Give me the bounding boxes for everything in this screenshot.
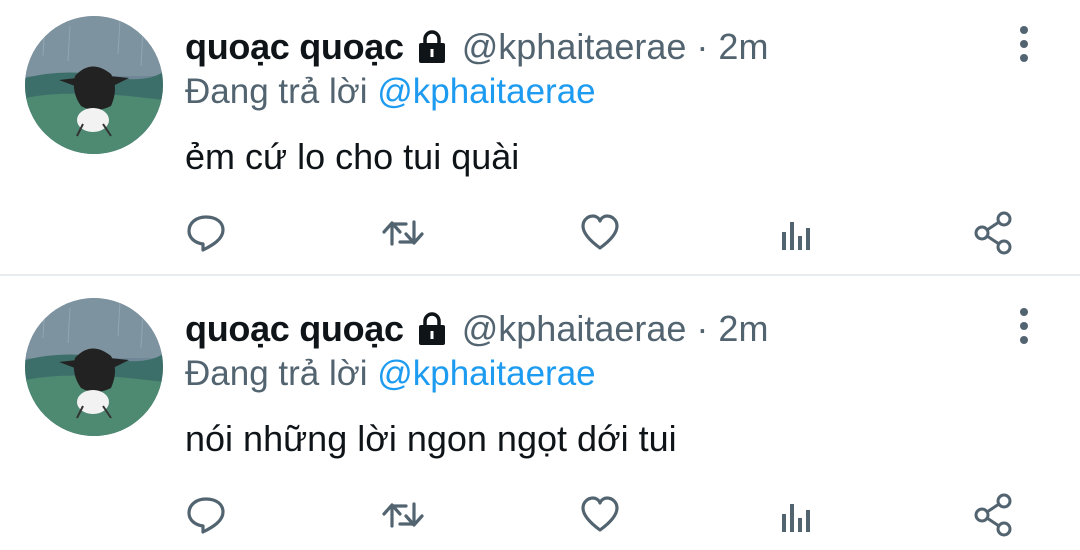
tweet-actions: [0, 210, 1080, 260]
replying-to: Đang trả lời @kphaitaerae: [185, 354, 596, 394]
tweet-text: nói những lời ngon ngọt dới tui: [185, 418, 677, 459]
replying-to-label: Đang trả lời: [185, 72, 368, 111]
like-icon[interactable]: [577, 492, 623, 538]
replying-to-label: Đang trả lời: [185, 354, 368, 393]
tweet-actions: [0, 492, 1080, 542]
share-icon[interactable]: [971, 210, 1017, 256]
user-handle[interactable]: @kphaitaerae: [462, 308, 687, 350]
display-name[interactable]: quoạc quoạc: [185, 26, 404, 68]
reply-mention-link[interactable]: @kphaitaerae: [377, 354, 595, 393]
more-vertical-icon[interactable]: [1006, 308, 1042, 344]
tweet-text: ẻm cứ lo cho tui quài: [185, 136, 520, 177]
separator-dot: ·: [696, 26, 709, 67]
avatar[interactable]: [25, 16, 163, 154]
tweet[interactable]: quoạc quoạc @kphaitaerae · 2m Đang trả l…: [0, 0, 1080, 274]
separator-dot: ·: [696, 308, 709, 349]
reply-mention-link[interactable]: @kphaitaerae: [377, 72, 595, 111]
avatar[interactable]: [25, 298, 163, 436]
retweet-icon[interactable]: [380, 210, 426, 256]
tweet-header: quoạc quoạc @kphaitaerae · 2m: [185, 22, 768, 72]
views-icon[interactable]: [774, 210, 820, 256]
timestamp[interactable]: 2m: [718, 308, 768, 350]
display-name[interactable]: quoạc quoạc: [185, 308, 404, 350]
replying-to: Đang trả lời @kphaitaerae: [185, 72, 596, 112]
share-icon[interactable]: [971, 492, 1017, 538]
user-handle[interactable]: @kphaitaerae: [462, 26, 687, 68]
reply-icon[interactable]: [183, 210, 229, 256]
more-vertical-icon[interactable]: [1006, 26, 1042, 62]
tweet-header: quoạc quoạc @kphaitaerae · 2m: [185, 304, 768, 354]
like-icon[interactable]: [577, 210, 623, 256]
tweet[interactable]: quoạc quoạc @kphaitaerae · 2m Đang trả l…: [0, 276, 1080, 550]
timestamp[interactable]: 2m: [718, 26, 768, 68]
reply-icon[interactable]: [183, 492, 229, 538]
lock-icon: [414, 29, 450, 65]
views-icon[interactable]: [774, 492, 820, 538]
lock-icon: [414, 311, 450, 347]
retweet-icon[interactable]: [380, 492, 426, 538]
